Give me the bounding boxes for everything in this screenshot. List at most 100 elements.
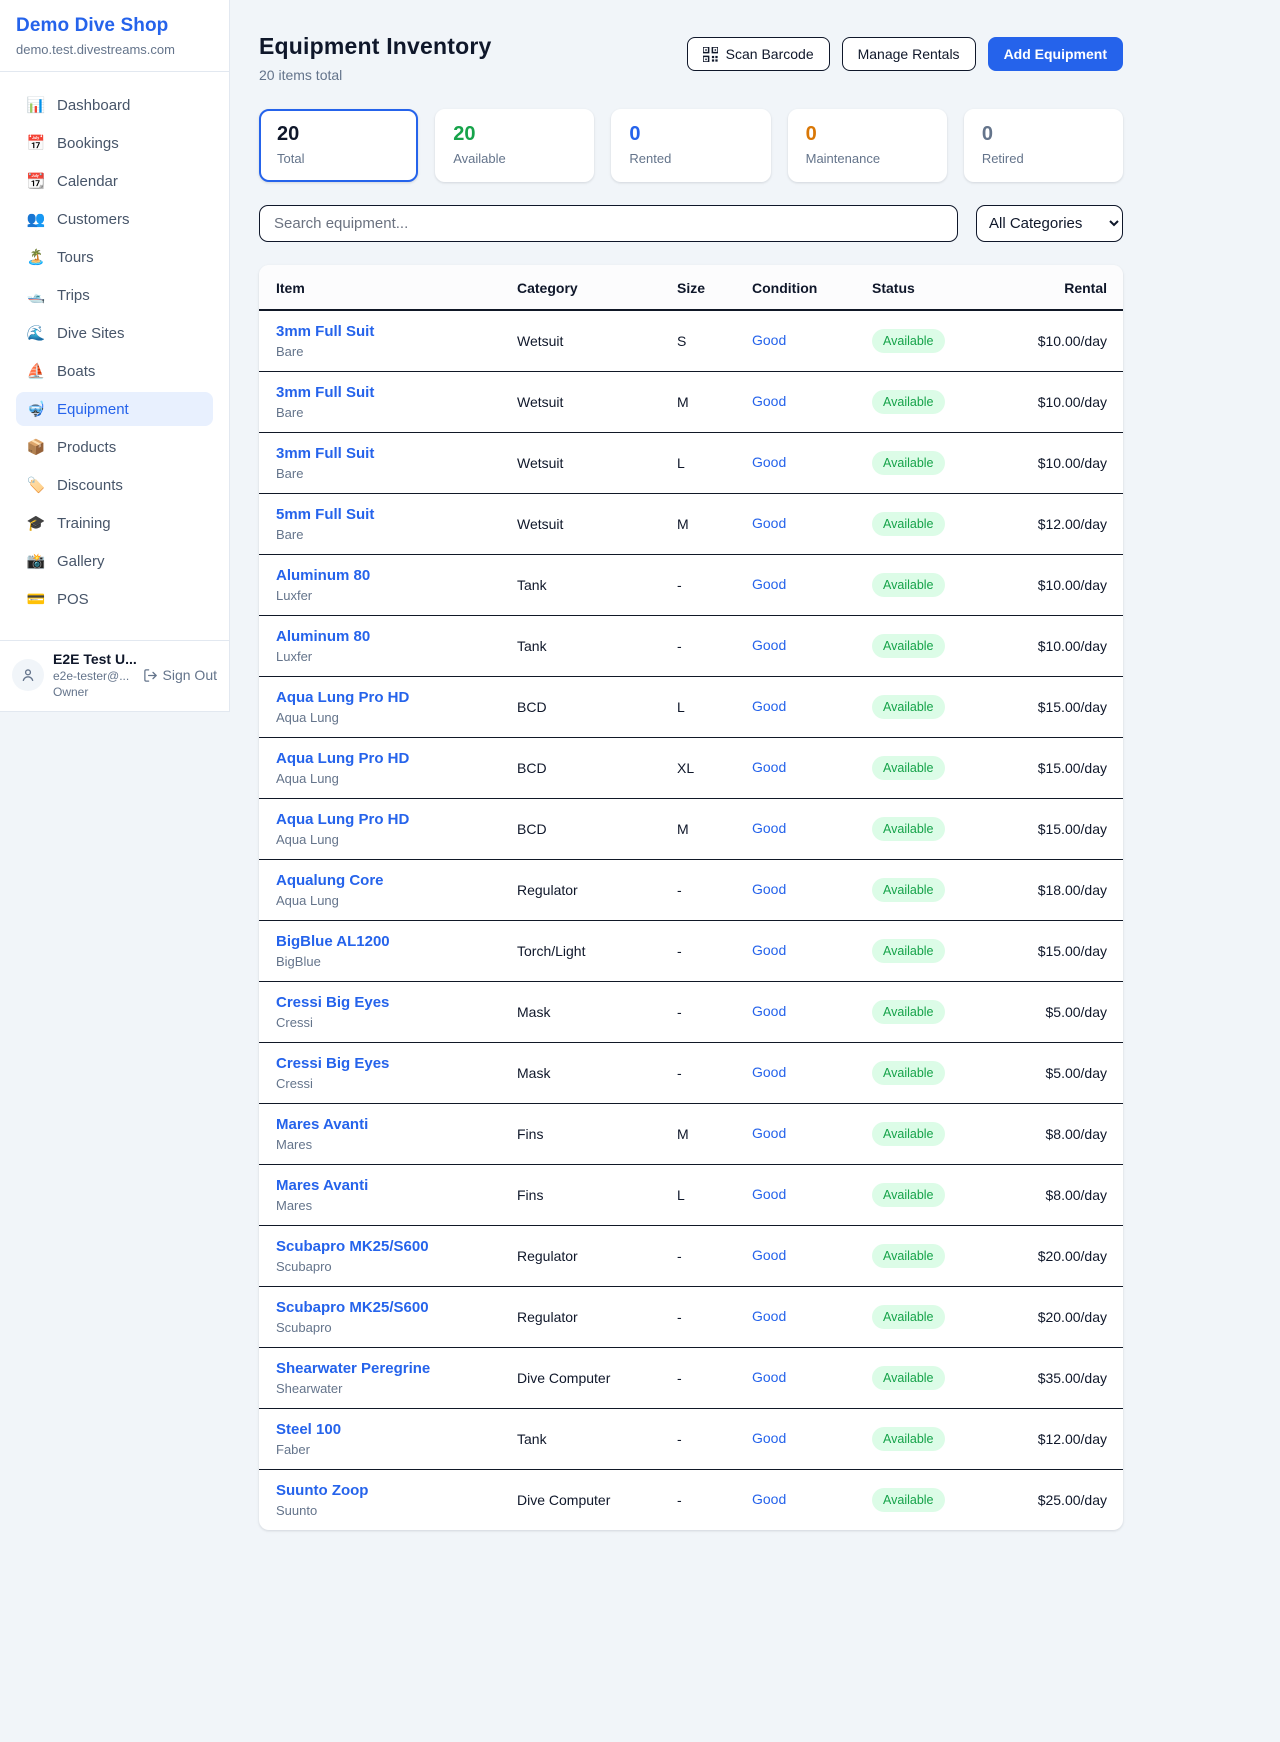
item-size: L: [669, 1165, 744, 1226]
condition-link[interactable]: Good: [752, 332, 786, 348]
condition-link[interactable]: Good: [752, 393, 786, 409]
brand-title[interactable]: Demo Dive Shop: [16, 15, 213, 37]
sidebar-nav: 📊 Dashboard 📅 Bookings 📆 Calendar 👥 Cust…: [0, 72, 229, 640]
item-name-link[interactable]: 3mm Full Suit: [276, 445, 501, 462]
condition-link[interactable]: Good: [752, 1247, 786, 1263]
item-name-link[interactable]: Suunto Zoop: [276, 1482, 501, 1499]
condition-link[interactable]: Good: [752, 1064, 786, 1080]
condition-link[interactable]: Good: [752, 1430, 786, 1446]
sidebar-item-tours[interactable]: 🏝️ Tours: [16, 240, 213, 274]
item-size: M: [669, 799, 744, 860]
item-size: -: [669, 1470, 744, 1531]
sidebar-item-equipment[interactable]: 🤿 Equipment: [16, 392, 213, 426]
stat-label: Total: [277, 151, 400, 166]
add-equipment-button[interactable]: Add Equipment: [988, 37, 1123, 71]
item-brand: BigBlue: [276, 954, 501, 969]
item-category: Regulator: [509, 860, 669, 921]
item-rental: $15.00/day: [1004, 921, 1123, 982]
item-size: -: [669, 1287, 744, 1348]
condition-link[interactable]: Good: [752, 942, 786, 958]
table-row: BigBlue AL1200 BigBlue Torch/Light - Goo…: [259, 921, 1123, 982]
item-name-link[interactable]: Aqua Lung Pro HD: [276, 750, 501, 767]
category-select[interactable]: All Categories: [976, 205, 1123, 242]
stat-card-total[interactable]: 20 Total: [259, 109, 418, 182]
sidebar-item-trips[interactable]: 🛥️ Trips: [16, 278, 213, 312]
table-row: Cressi Big Eyes Cressi Mask - Good Avail…: [259, 1043, 1123, 1104]
sidebar-item-label: POS: [57, 591, 89, 608]
table-row: 3mm Full Suit Bare Wetsuit S Good Availa…: [259, 310, 1123, 372]
condition-link[interactable]: Good: [752, 698, 786, 714]
item-size: -: [669, 1226, 744, 1287]
status-badge: Available: [872, 878, 945, 902]
table-row: Suunto Zoop Suunto Dive Computer - Good …: [259, 1470, 1123, 1531]
stat-card-maintenance[interactable]: 0 Maintenance: [788, 109, 947, 182]
stat-card-available[interactable]: 20 Available: [435, 109, 594, 182]
condition-link[interactable]: Good: [752, 1186, 786, 1202]
pos-icon: 💳: [26, 590, 46, 608]
item-brand: Cressi: [276, 1076, 501, 1091]
item-size: M: [669, 372, 744, 433]
item-name-link[interactable]: Aqua Lung Pro HD: [276, 689, 501, 706]
item-name-link[interactable]: Scubapro MK25/S600: [276, 1299, 501, 1316]
table-row: Mares Avanti Mares Fins L Good Available…: [259, 1165, 1123, 1226]
item-name-link[interactable]: Aqualung Core: [276, 872, 501, 889]
qr-code-icon: [703, 47, 718, 62]
item-brand: Scubapro: [276, 1259, 501, 1274]
sidebar-item-dive-sites[interactable]: 🌊 Dive Sites: [16, 316, 213, 350]
item-name-link[interactable]: 3mm Full Suit: [276, 323, 501, 340]
sidebar-item-pos[interactable]: 💳 POS: [16, 582, 213, 616]
item-name-link[interactable]: 5mm Full Suit: [276, 506, 501, 523]
item-name-link[interactable]: Cressi Big Eyes: [276, 994, 501, 1011]
item-name-link[interactable]: 3mm Full Suit: [276, 384, 501, 401]
item-name-link[interactable]: Shearwater Peregrine: [276, 1360, 501, 1377]
item-name-link[interactable]: Aqua Lung Pro HD: [276, 811, 501, 828]
sidebar-item-training[interactable]: 🎓 Training: [16, 506, 213, 540]
search-input[interactable]: [259, 205, 958, 242]
item-size: M: [669, 494, 744, 555]
sidebar-item-discounts[interactable]: 🏷️ Discounts: [16, 468, 213, 502]
sidebar-item-calendar[interactable]: 📆 Calendar: [16, 164, 213, 198]
condition-link[interactable]: Good: [752, 1369, 786, 1385]
sidebar-item-label: Customers: [57, 211, 130, 228]
condition-link[interactable]: Good: [752, 759, 786, 775]
table-row: 3mm Full Suit Bare Wetsuit L Good Availa…: [259, 433, 1123, 494]
condition-link[interactable]: Good: [752, 1125, 786, 1141]
sign-out-button[interactable]: Sign Out: [143, 667, 217, 683]
sidebar-item-bookings[interactable]: 📅 Bookings: [16, 126, 213, 160]
sidebar-item-customers[interactable]: 👥 Customers: [16, 202, 213, 236]
manage-rentals-button[interactable]: Manage Rentals: [842, 37, 976, 71]
stat-card-retired[interactable]: 0 Retired: [964, 109, 1123, 182]
item-name-link[interactable]: Mares Avanti: [276, 1177, 501, 1194]
col-header-condition: Condition: [744, 265, 864, 310]
table-row: Scubapro MK25/S600 Scubapro Regulator - …: [259, 1226, 1123, 1287]
item-brand: Aqua Lung: [276, 771, 501, 786]
condition-link[interactable]: Good: [752, 1003, 786, 1019]
sidebar-item-boats[interactable]: ⛵ Boats: [16, 354, 213, 388]
condition-link[interactable]: Good: [752, 1491, 786, 1507]
stat-card-rented[interactable]: 0 Rented: [611, 109, 770, 182]
sidebar-item-gallery[interactable]: 📸 Gallery: [16, 544, 213, 578]
item-name-link[interactable]: Scubapro MK25/S600: [276, 1238, 501, 1255]
item-name-link[interactable]: Aluminum 80: [276, 567, 501, 584]
condition-link[interactable]: Good: [752, 637, 786, 653]
scan-barcode-button[interactable]: Scan Barcode: [687, 37, 830, 71]
sidebar-item-dashboard[interactable]: 📊 Dashboard: [16, 88, 213, 122]
stat-label: Maintenance: [806, 151, 929, 166]
table-row: Mares Avanti Mares Fins M Good Available…: [259, 1104, 1123, 1165]
condition-link[interactable]: Good: [752, 576, 786, 592]
status-badge: Available: [872, 1061, 945, 1085]
item-name-link[interactable]: Aluminum 80: [276, 628, 501, 645]
condition-link[interactable]: Good: [752, 820, 786, 836]
item-name-link[interactable]: Cressi Big Eyes: [276, 1055, 501, 1072]
condition-link[interactable]: Good: [752, 881, 786, 897]
condition-link[interactable]: Good: [752, 515, 786, 531]
condition-link[interactable]: Good: [752, 1308, 786, 1324]
sidebar-item-label: Dive Sites: [57, 325, 125, 342]
equipment-table: Item Category Size Condition Status Rent…: [259, 265, 1123, 1530]
item-rental: $5.00/day: [1004, 1043, 1123, 1104]
item-name-link[interactable]: Mares Avanti: [276, 1116, 501, 1133]
item-name-link[interactable]: BigBlue AL1200: [276, 933, 501, 950]
item-name-link[interactable]: Steel 100: [276, 1421, 501, 1438]
condition-link[interactable]: Good: [752, 454, 786, 470]
sidebar-item-products[interactable]: 📦 Products: [16, 430, 213, 464]
